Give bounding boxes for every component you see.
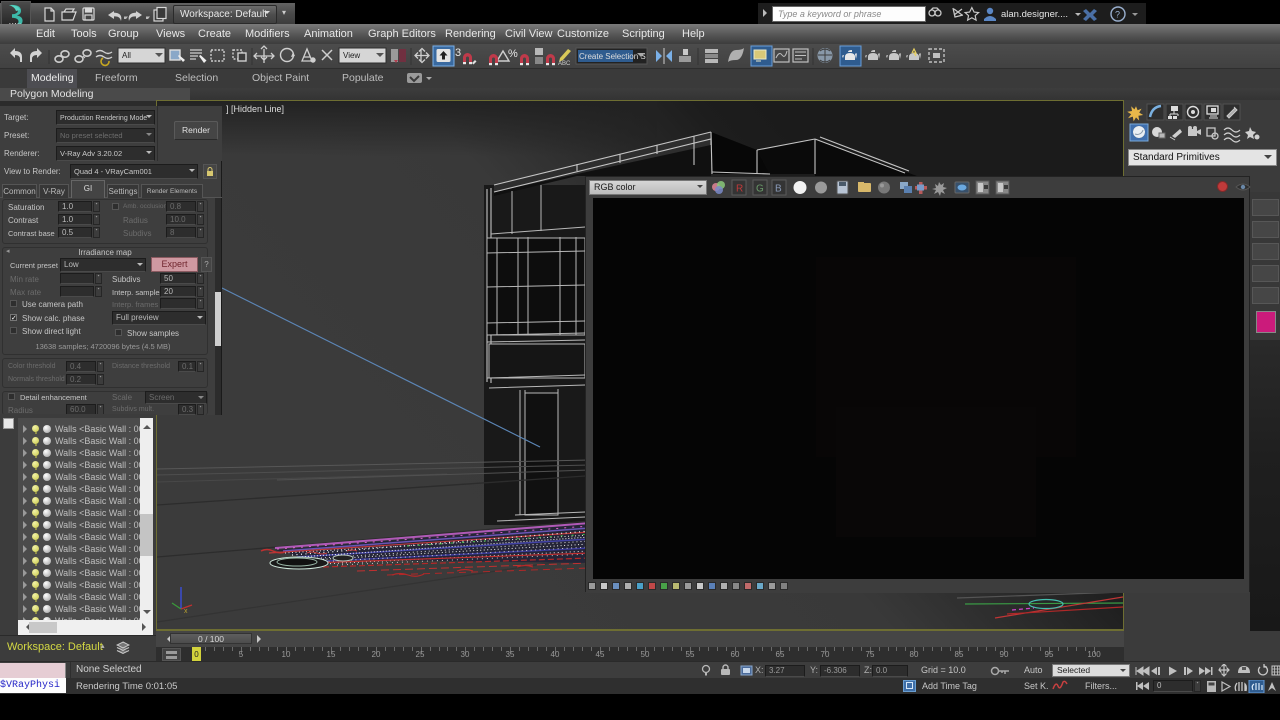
svg-text:3: 3 [455,47,461,59]
svg-text:R: R [736,184,743,195]
svg-text:x: x [184,608,188,615]
svg-text:G: G [756,184,764,195]
svg-text:View: View [343,51,360,60]
svg-text:alan.designer....: alan.designer.... [1001,9,1068,20]
svg-text:ABC: ABC [558,61,571,67]
svg-text:B: B [775,184,782,195]
svg-text:%: % [508,48,518,60]
svg-text:Create Selection S: Create Selection S [579,52,646,61]
svg-text:All: All [122,51,131,60]
svg-text:?: ? [1115,10,1120,20]
